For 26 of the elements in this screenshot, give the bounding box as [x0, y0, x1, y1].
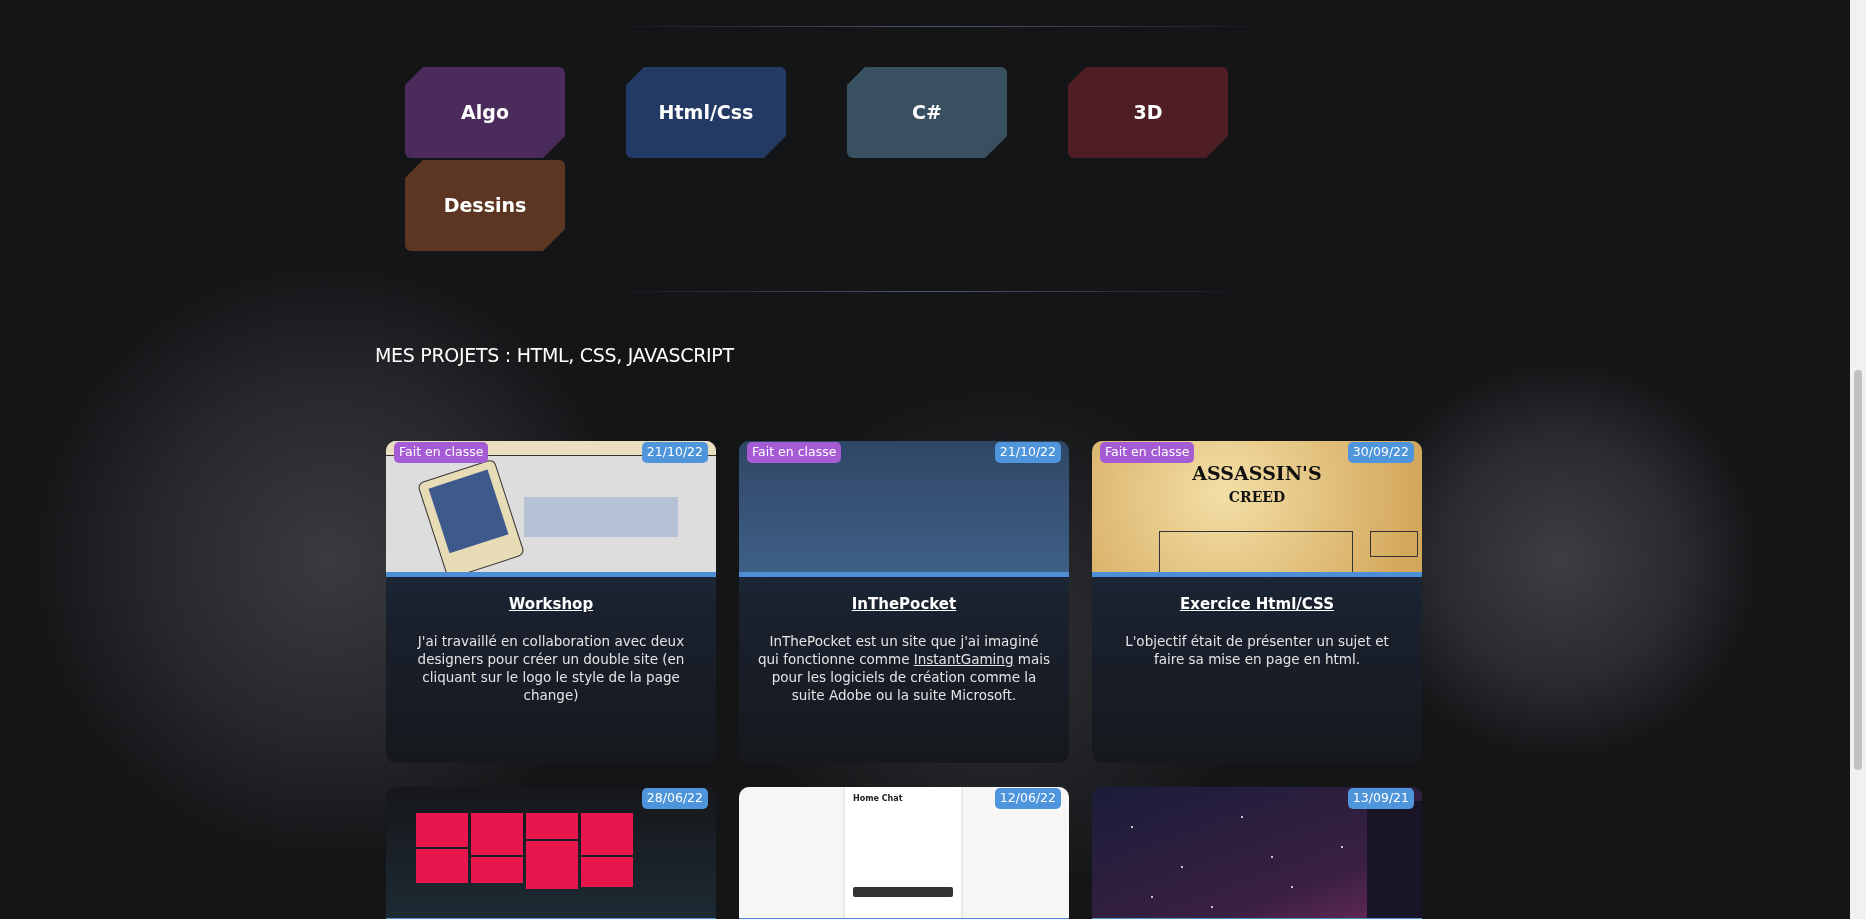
section-heading: MES PROJETS : HTML, CSS, JAVASCRIPT [375, 344, 736, 367]
scrollbar-thumb[interactable] [1854, 370, 1862, 770]
scrollbar[interactable] [1850, 0, 1866, 919]
category-button[interactable]: Algo [405, 67, 565, 158]
category-button[interactable]: Html/Css [626, 67, 786, 158]
side-frame [1370, 530, 1418, 557]
tag-badge: Fait en classe [394, 441, 489, 463]
tag-badge: Fait en classe [1100, 441, 1195, 463]
category-button[interactable]: 3D [1068, 67, 1228, 158]
project-title-link[interactable]: Exercice Html/CSS [1092, 592, 1422, 616]
date-badge: 13/09/21 [1347, 787, 1414, 809]
project-title-link[interactable]: Workshop [386, 592, 716, 616]
tag-badge: Fait en classe [747, 441, 842, 463]
project-description: InThePocket est un site que j'ai imaginé qui fonctionne comme InstantGaming mais pour les logiciels de création comme la suite Adobe ou la suite Microsoft. [757, 632, 1051, 705]
project-description: L'objectif était de présenter un sujet et faire sa mise en page en html. [1124, 632, 1390, 669]
category-button[interactable]: C# [847, 67, 1007, 158]
preview-subheading: CREED [1227, 487, 1287, 507]
project-description: J'ai travaillé en collaboration avec deux designers pour créer un double site (en cliquant sur le logo le style de la page change) [416, 632, 686, 705]
date-badge: 30/09/22 [1347, 441, 1414, 463]
preview-heading: Home Chat [852, 792, 904, 805]
category-button[interactable]: Dessins [405, 160, 565, 251]
date-badge: 12/06/22 [994, 787, 1061, 809]
preview-heading: ASSASSIN'S [1191, 460, 1323, 486]
project-title-link[interactable]: InThePocket [739, 592, 1069, 616]
date-badge: 28/06/22 [641, 787, 708, 809]
description-link[interactable]: InstantGaming [913, 651, 1014, 668]
